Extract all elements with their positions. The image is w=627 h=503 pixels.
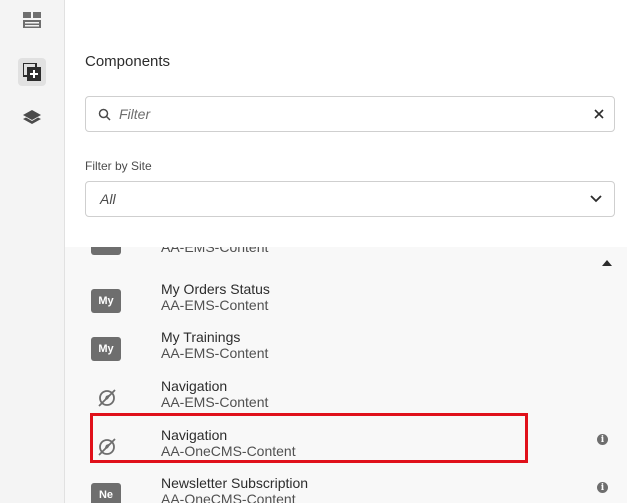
filter-search-box[interactable] bbox=[85, 96, 615, 132]
component-name: My Orders Status bbox=[161, 281, 270, 297]
list-item[interactable]: My My Trainings AA-EMS-Content bbox=[91, 329, 591, 375]
component-badge bbox=[91, 247, 121, 255]
info-icon[interactable]: i bbox=[597, 434, 608, 445]
close-icon bbox=[594, 109, 604, 119]
components-panel: Components Filter by Site All AA-EMS-Con bbox=[65, 0, 627, 503]
add-component-icon bbox=[23, 63, 41, 81]
component-name: Newsletter Subscription bbox=[161, 475, 309, 491]
page-properties-button[interactable] bbox=[18, 6, 46, 34]
content-tree-button[interactable] bbox=[18, 104, 46, 132]
component-badge: My bbox=[91, 337, 121, 361]
component-group: AA-EMS-Content bbox=[161, 297, 269, 313]
component-group: AA-EMS-Content bbox=[161, 345, 269, 361]
component-badge: My bbox=[91, 289, 121, 313]
components-button[interactable] bbox=[18, 58, 46, 86]
scroll-up-arrow-icon[interactable] bbox=[602, 260, 612, 266]
compass-slash-icon bbox=[98, 389, 116, 407]
info-icon[interactable]: i bbox=[597, 482, 608, 493]
page-layout-icon bbox=[23, 12, 41, 28]
layers-icon bbox=[23, 110, 41, 124]
component-list[interactable]: AA-EMS-Content My My Orders Status AA-EM… bbox=[65, 247, 627, 503]
component-group: AA-EMS-Content bbox=[161, 247, 269, 255]
list-item[interactable]: Ne Newsletter Subscription AA-OneCMS-Con… bbox=[91, 475, 608, 503]
site-filter-select[interactable]: All bbox=[85, 181, 615, 217]
chevron-down-icon bbox=[590, 195, 602, 203]
site-filter-value: All bbox=[100, 191, 116, 207]
panel-title: Components bbox=[85, 53, 171, 70]
component-name: My Trainings bbox=[161, 329, 241, 345]
filter-input[interactable] bbox=[117, 105, 584, 123]
side-rail bbox=[0, 0, 65, 503]
clear-filter-button[interactable] bbox=[584, 109, 614, 119]
component-group: AA-EMS-Content bbox=[161, 394, 269, 410]
list-item[interactable]: AA-EMS-Content bbox=[91, 247, 591, 269]
component-group: AA-OneCMS-Content bbox=[161, 491, 296, 503]
component-name: Navigation bbox=[161, 378, 228, 394]
search-icon bbox=[98, 108, 111, 121]
highlight-box bbox=[90, 413, 528, 463]
component-badge: Ne bbox=[91, 483, 121, 503]
list-item[interactable]: My My Orders Status AA-EMS-Content bbox=[91, 281, 591, 327]
filter-by-site-label: Filter by Site bbox=[85, 159, 152, 173]
